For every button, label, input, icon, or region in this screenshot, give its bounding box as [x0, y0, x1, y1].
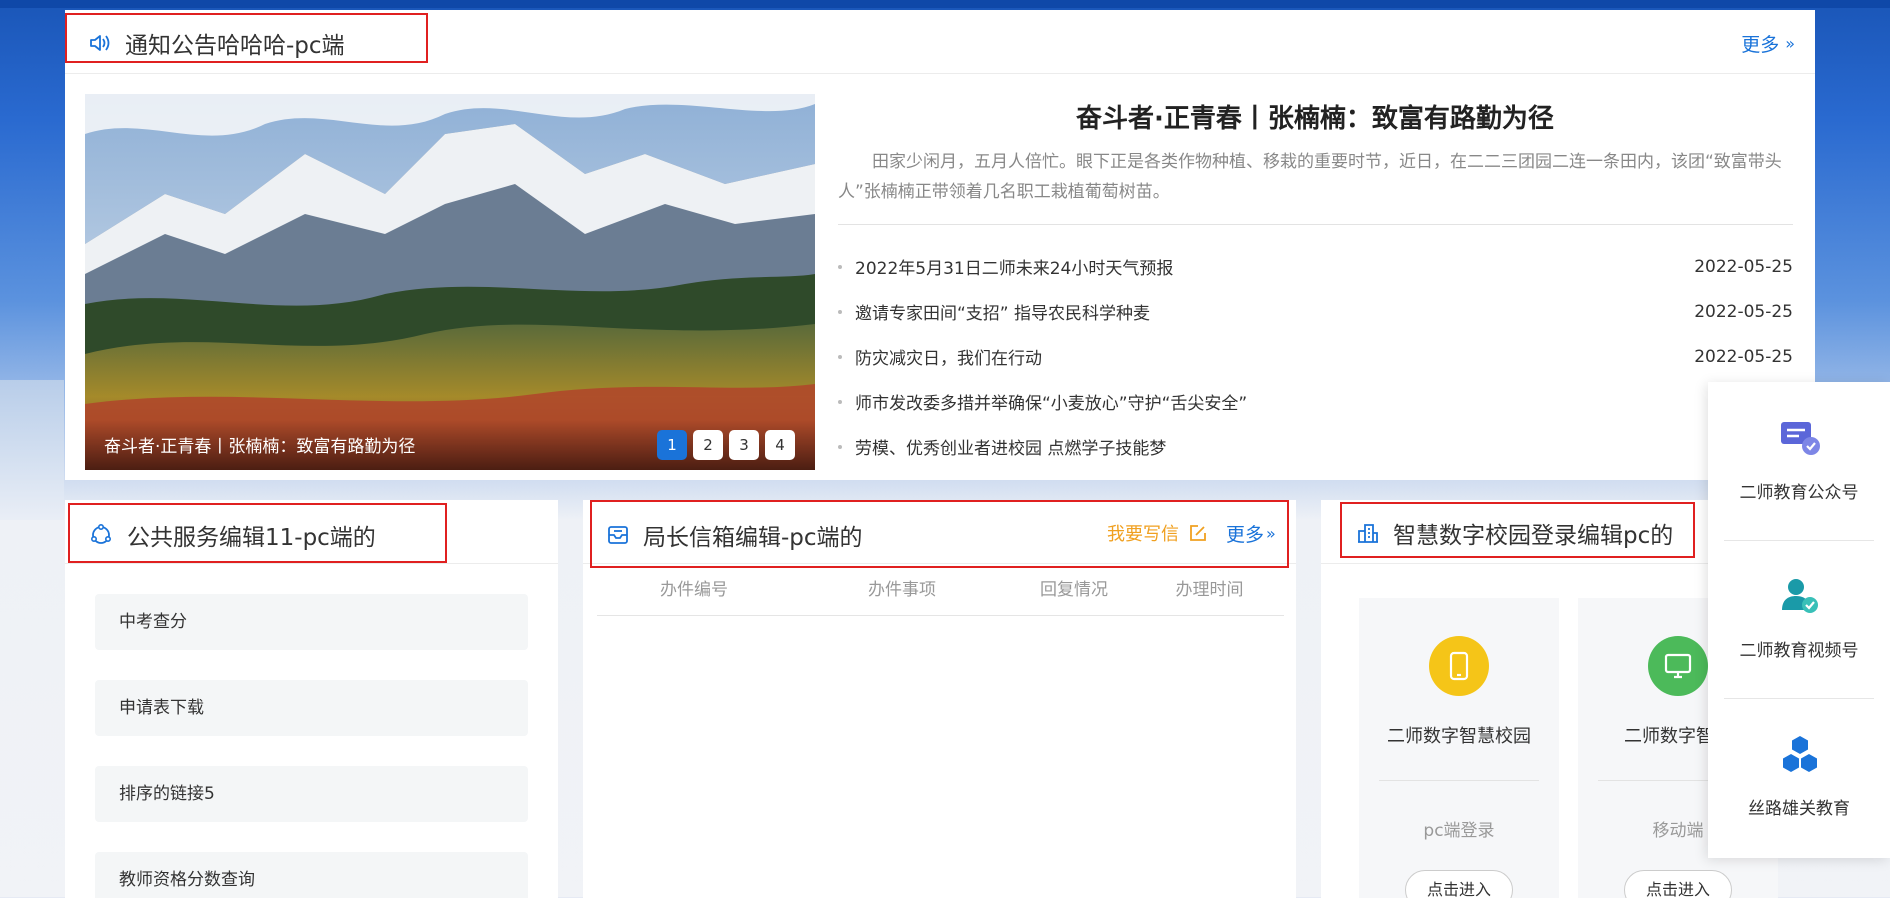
campus-tile-name: 二师数字智慧校园 — [1387, 726, 1531, 747]
campus-tile-divider — [1379, 780, 1539, 781]
news-item[interactable]: 师市发改委多措并举确保“小麦放心”守护“舌尖安全” 2 — [838, 379, 1793, 424]
campus-enter-button[interactable]: 点击进入 — [1624, 870, 1732, 898]
edit-icon — [1190, 525, 1206, 541]
mailbox-table-header: 办件编号 办件事项 回复情况 办理时间 — [597, 564, 1284, 616]
double-chevron-right-icon: » — [1785, 34, 1795, 53]
service-title: 公共服务编辑11-pc端的 — [89, 518, 376, 552]
side-item-video-account[interactable]: 二师教育视频号 — [1708, 540, 1890, 698]
notice-title: 通知公告哈哈哈-pc端 — [89, 26, 345, 60]
service-item[interactable]: 申请表下载 — [95, 680, 528, 736]
slider-pagination: 1 2 3 4 — [657, 430, 795, 460]
mailbox-header: 局长信箱编辑-pc端的 我要写信 更多 » — [583, 500, 1296, 568]
building-icon — [1358, 524, 1378, 543]
public-service-card: 公共服务编辑11-pc端的 中考查分 申请表下载 排序的链接5 教师资格分数查询 — [65, 500, 558, 898]
news-item-title: 邀请专家田间“支招” 指导农民科学种麦 — [838, 299, 1150, 324]
column-header: 回复情况 — [1040, 580, 1108, 600]
side-item-label: 二师教育公众号 — [1739, 483, 1859, 503]
news-item[interactable]: 邀请专家田间“支招” 指导农民科学种麦 2022-05-25 — [838, 289, 1793, 334]
user-verified-icon — [1782, 579, 1818, 613]
notice-panel: 通知公告哈哈哈-pc端 更多 » 奋斗者·正青春丨张楠楠：致富有路勤为径 1 2… — [65, 10, 1815, 480]
notice-panel-header: 通知公告哈哈哈-pc端 更多 » — [65, 10, 1815, 74]
news-item-title: 师市发改委多措并举确保“小麦放心”守护“舌尖安全” — [838, 389, 1247, 414]
news-item[interactable]: 2022年5月31日二师未来24小时天气预报 2022-05-25 — [838, 244, 1793, 289]
service-item[interactable]: 排序的链接5 — [95, 766, 528, 822]
slider-page-2[interactable]: 2 — [693, 430, 723, 460]
news-slider[interactable]: 奋斗者·正青春丨张楠楠：致富有路勤为径 1 2 3 4 — [85, 94, 815, 470]
side-item-label: 二师教育视频号 — [1739, 641, 1859, 661]
news-item-title: 劳模、优秀创业者进校园 点燃学子技能梦 — [838, 434, 1166, 459]
mailbox-more-label: 更多 — [1226, 524, 1265, 546]
mailbox-card: 局长信箱编辑-pc端的 我要写信 更多 » 办件编号 办件事项 回复情况 办理时… — [583, 500, 1296, 898]
news-item-date: 2022-05-25 — [1694, 301, 1793, 322]
side-item-wechat-account[interactable]: 二师教育公众号 — [1708, 382, 1890, 540]
news-item-title: 防灾减灾日，我们在行动 — [838, 344, 1042, 369]
campus-title: 智慧数字校园登录编辑pc的 — [1357, 516, 1673, 550]
phone-icon-circle — [1429, 636, 1489, 696]
monitor-icon — [1664, 653, 1692, 679]
mailbox-title-text: 局长信箱编辑-pc端的 — [643, 525, 863, 551]
column-header: 办件事项 — [868, 580, 936, 600]
column-header: 办理时间 — [1175, 580, 1244, 600]
column-header: 办件编号 — [660, 580, 728, 600]
side-item-label: 丝路雄关教育 — [1748, 799, 1850, 819]
side-float-panel: 二师教育公众号 二师教育视频号 丝路雄关教育 — [1708, 382, 1890, 858]
service-item[interactable]: 中考查分 — [95, 594, 528, 650]
notice-title-text: 通知公告哈哈哈-pc端 — [125, 33, 345, 59]
news-item[interactable]: 劳模、优秀创业者进校园 点燃学子技能梦 2 — [838, 424, 1793, 469]
campus-tile-pc[interactable]: 二师数字智慧校园 pc端登录 点击进入 — [1359, 598, 1559, 898]
campus-tile-subtitle: pc端登录 — [1423, 821, 1495, 841]
service-hands-icon — [90, 523, 111, 544]
news-item-date: 2022-05-25 — [1694, 346, 1793, 367]
service-item[interactable]: 教师资格分数查询 — [95, 852, 528, 898]
mailbox-more-link[interactable]: 更多 » — [1226, 520, 1276, 547]
write-letter-label: 我要写信 — [1107, 524, 1179, 545]
mountain-landscape-image — [85, 94, 815, 470]
mail-icon — [608, 526, 628, 544]
news-divider — [838, 224, 1793, 225]
feature-article-summary: 田家少闲月，五月人倍忙。眼下正是各类作物种植、移栽的重要时节，近日，在二二三团园… — [838, 152, 1782, 202]
campus-enter-button[interactable]: 点击进入 — [1405, 870, 1513, 898]
hexagon-cluster-icon — [1783, 736, 1817, 772]
service-list: 中考查分 申请表下载 排序的链接5 教师资格分数查询 — [95, 594, 528, 898]
background-sky — [0, 380, 64, 520]
side-item-silk-road-education[interactable]: 丝路雄关教育 — [1708, 698, 1890, 856]
news-list: 2022年5月31日二师未来24小时天气预报 2022-05-25 邀请专家田间… — [838, 244, 1793, 469]
news-item-title: 2022年5月31日二师未来24小时天气预报 — [838, 254, 1173, 279]
feature-article-title[interactable]: 奋斗者·正青春丨张楠楠：致富有路勤为径 — [840, 98, 1790, 135]
slider-page-1[interactable]: 1 — [657, 430, 687, 460]
speaker-icon — [90, 35, 110, 51]
phone-icon — [1449, 651, 1469, 681]
slider-page-4[interactable]: 4 — [765, 430, 795, 460]
campus-title-text: 智慧数字校园登录编辑pc的 — [1393, 523, 1674, 549]
service-title-text: 公共服务编辑11-pc端的 — [127, 525, 376, 551]
news-item[interactable]: 防灾减灾日，我们在行动 2022-05-25 — [838, 334, 1793, 379]
mailbox-title: 局长信箱编辑-pc端的 — [607, 518, 863, 552]
news-item-date: 2022-05-25 — [1694, 256, 1793, 277]
wechat-account-icon — [1781, 422, 1820, 455]
notice-more-link[interactable]: 更多 » — [1741, 30, 1795, 57]
slider-page-3[interactable]: 3 — [729, 430, 759, 460]
top-bar — [0, 0, 1890, 8]
notice-more-label: 更多 — [1741, 34, 1780, 56]
monitor-icon-circle — [1648, 636, 1708, 696]
public-service-header: 公共服务编辑11-pc端的 — [65, 500, 558, 564]
write-letter-link[interactable]: 我要写信 — [1107, 520, 1207, 546]
double-chevron-right-icon: » — [1266, 524, 1276, 543]
